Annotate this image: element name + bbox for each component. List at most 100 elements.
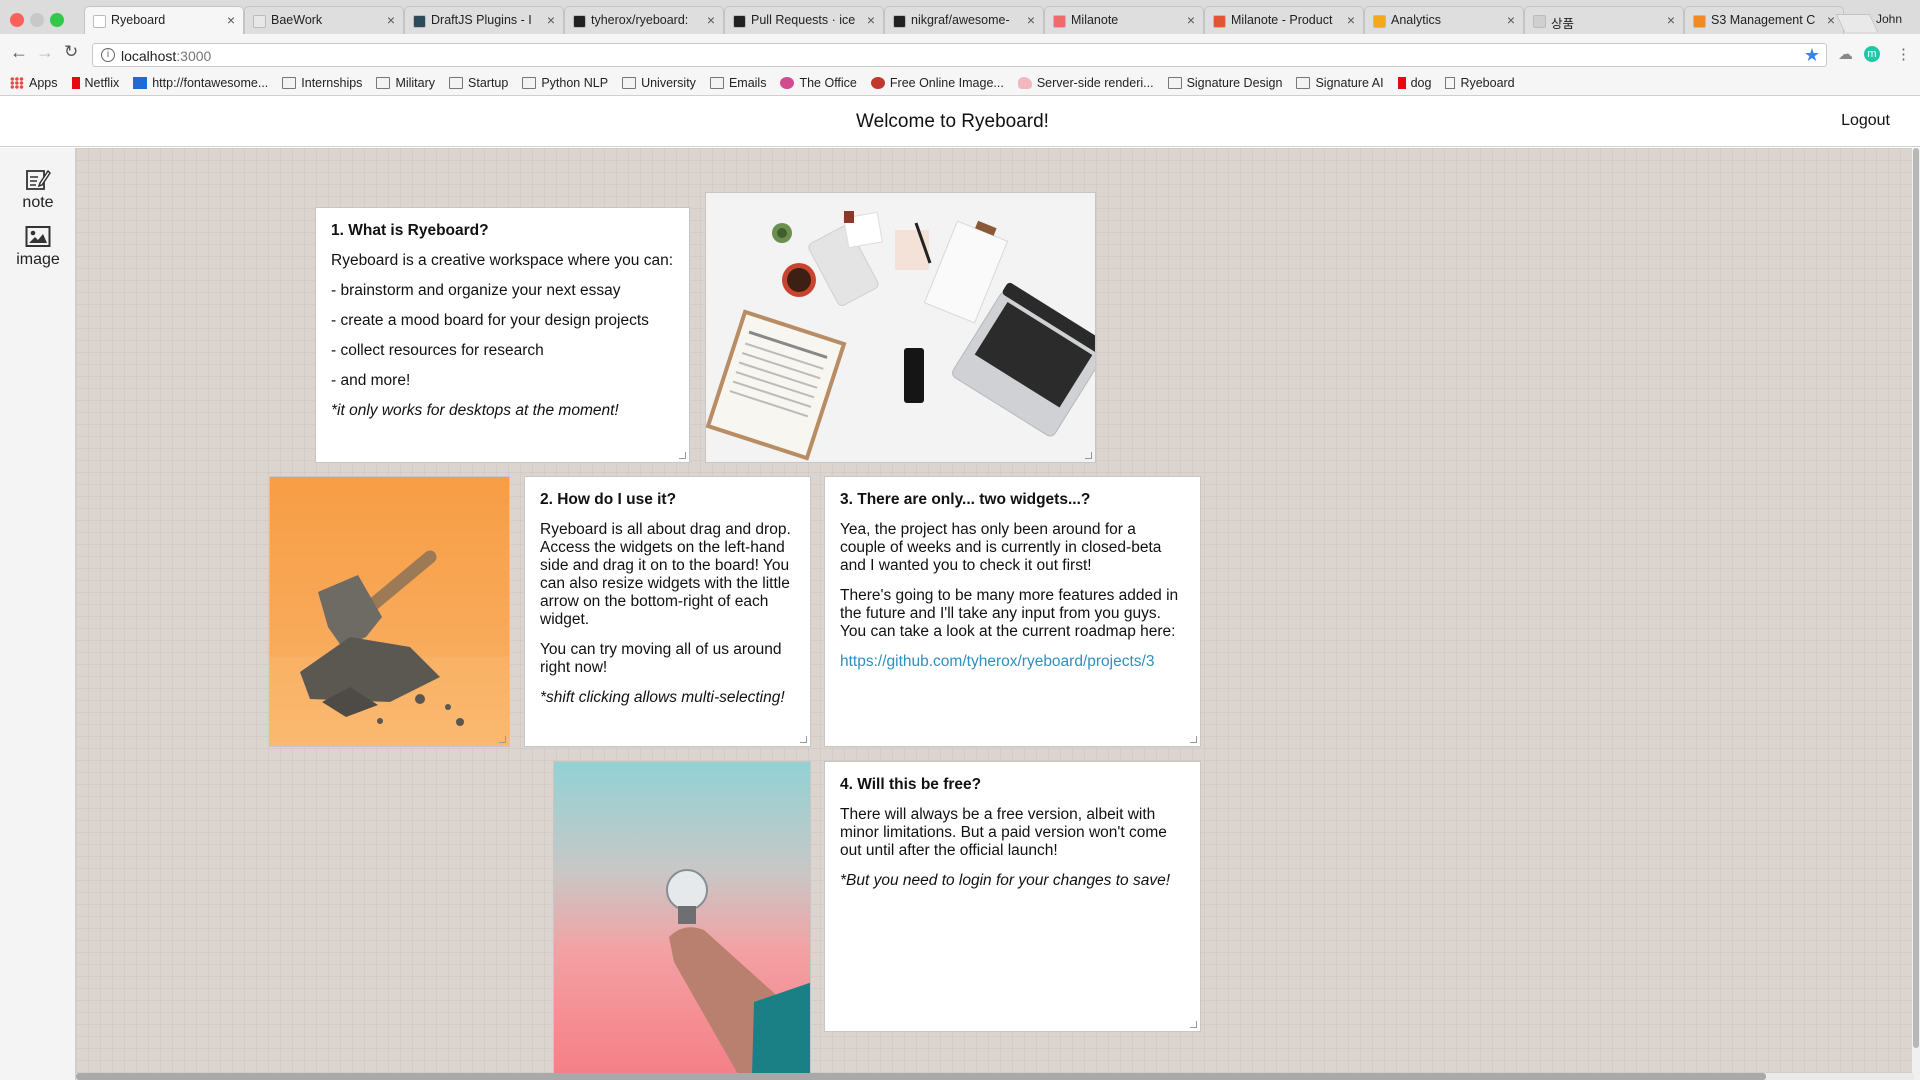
tab-close-icon[interactable]: × [1187,12,1195,28]
forward-arrow-icon[interactable]: → [36,42,54,63]
bookmark-label: dog [1410,76,1432,90]
bookmark-item[interactable]: The Office [780,72,857,94]
shoe-icon [1017,77,1032,89]
bookmark-item[interactable]: http://fontawesome... [133,72,268,94]
image-widget[interactable]: image [0,225,76,269]
resize-handle[interactable] [1190,736,1197,743]
bookmark-item[interactable]: Free Online Image... [870,72,1004,94]
resize-handle[interactable] [499,736,506,743]
list-item: - create a mood board for your design pr… [331,312,649,329]
scrollbar-thumb[interactable] [76,1073,1766,1080]
profile-name[interactable]: John [1876,12,1902,26]
bookmark-item[interactable]: Signature Design [1167,72,1283,94]
menu-kebab-icon[interactable]: ⋮ [1896,45,1911,63]
reload-icon[interactable]: ↻ [64,42,78,62]
bookmark-item[interactable]: Startup [449,72,508,94]
bookmark-item[interactable]: University [622,72,696,94]
bookmarks-bar: Apps Netflix http://fontawesome... Internsh… [0,72,1920,96]
browser-tab[interactable]: Milanote - Product × [1204,6,1364,34]
resize-handle[interactable] [1190,1021,1197,1028]
back-arrow-icon[interactable]: ← [10,42,28,63]
bookmark-label: Signature AI [1315,76,1384,90]
bookmark-item[interactable]: Signature AI [1296,72,1384,94]
tab-close-icon[interactable]: × [867,12,875,28]
note-widget[interactable]: note [0,168,76,212]
scrollbar-thumb[interactable] [1913,148,1919,1048]
browser-tab[interactable]: Pull Requests · ice × [724,6,884,34]
tab-strip: Ryeboard × BaeWork × DraftJS Plugins - I × tyh… [84,6,1844,34]
vertical-scrollbar[interactable] [1912,148,1920,1080]
bookmark-item[interactable]: Apps [10,72,58,94]
browser-tab[interactable]: BaeWork × [244,6,404,34]
browser-tab[interactable]: Ryeboard × [84,6,244,34]
tab-close-icon[interactable]: × [707,12,715,28]
url-text[interactable]: localhost:3000 [121,48,211,64]
roadmap-link[interactable]: https://github.com/tyherox/ryeboard/proj… [840,653,1154,670]
tab-close-icon[interactable]: × [387,12,395,28]
resize-handle[interactable] [800,736,807,743]
bookmark-item[interactable]: dog [1397,72,1432,94]
note-text: You can try moving all of us around righ… [540,641,782,676]
info-icon[interactable]: i [101,48,115,62]
bookmark-item[interactable]: Emails [709,72,766,94]
page-icon [1445,77,1456,89]
tab-label: S3 Management C [1711,13,1816,27]
note-card-two-widgets[interactable]: 3. There are only... two widgets...? Yea… [824,476,1201,747]
tab-close-icon[interactable]: × [1667,12,1675,28]
bookmark-label: Signature Design [1186,76,1283,90]
bookmark-item[interactable]: Server-side renderi... [1017,72,1154,94]
browser-tab[interactable]: S3 Management C × [1684,6,1844,34]
favicon-icon [1373,15,1386,28]
folder-icon [1296,77,1311,89]
image-card-lightbulb[interactable] [553,761,811,1075]
address-bar[interactable]: i localhost:3000 ★ [92,43,1827,67]
play-icon [780,77,795,89]
logout-button[interactable]: Logout [1841,112,1890,130]
bookmark-item[interactable]: Netflix [71,72,119,94]
new-tab-button[interactable] [1835,14,1879,32]
image-card-desk[interactable] [705,192,1096,463]
bookmark-item[interactable]: Python NLP [522,72,608,94]
note-text: There's going to be many more features a… [840,587,1179,640]
maximize-window-button[interactable] [50,13,64,27]
horizontal-scrollbar[interactable] [76,1073,1914,1080]
browser-tab[interactable]: DraftJS Plugins - I × [404,6,564,34]
image-card-hammer[interactable] [269,476,510,747]
note-card-how-to-use[interactable]: 2. How do I use it? Ryeboard is all abou… [524,476,811,747]
bookmark-item[interactable]: Internships [282,72,362,94]
note-card-free[interactable]: 4. Will this be free? There will always … [824,761,1201,1032]
bookmark-star-icon[interactable]: ★ [1804,45,1820,66]
bookmark-label: University [641,76,696,90]
browser-tab[interactable]: Analytics × [1364,6,1524,34]
bookmark-item[interactable]: Military [376,72,435,94]
bookmark-label: Startup [468,76,509,90]
favicon-icon [413,15,426,28]
browser-chrome: Ryeboard × BaeWork × DraftJS Plugins - I × tyh… [0,0,1920,96]
image-widget-label: image [16,251,60,268]
extension-icon[interactable]: ☁ [1838,45,1853,63]
browser-tab[interactable]: tyherox/ryeboard: × [564,6,724,34]
tab-close-icon[interactable]: × [1827,12,1835,28]
browser-tab[interactable]: nikgraf/awesome- × [884,6,1044,34]
close-window-button[interactable] [10,13,24,27]
milanote-extension-icon[interactable]: m [1864,46,1880,62]
resize-handle[interactable] [1085,452,1092,459]
tab-label: BaeWork [271,13,323,27]
browser-tab[interactable]: Milanote × [1044,6,1204,34]
bookmark-label: Free Online Image... [889,76,1004,90]
note-text: Yea, the project has only been around fo… [840,521,1162,574]
bookmark-item[interactable]: Ryeboard [1445,72,1515,94]
bookmark-label: The Office [799,76,857,90]
browser-tab[interactable]: 상품 × [1524,6,1684,34]
tab-close-icon[interactable]: × [547,12,555,28]
folder-icon [709,77,724,89]
note-card-what-is[interactable]: 1. What is Ryeboard? Ryeboard is a creat… [315,207,690,463]
tab-close-icon[interactable]: × [1027,12,1035,28]
resize-handle[interactable] [679,452,686,459]
tab-close-icon[interactable]: × [1347,12,1355,28]
tab-close-icon[interactable]: × [1507,12,1515,28]
minimize-window-button[interactable] [30,13,44,27]
tab-close-icon[interactable]: × [227,12,235,28]
bookmark-label: Server-side renderi... [1036,76,1154,90]
flag-icon [133,77,148,89]
